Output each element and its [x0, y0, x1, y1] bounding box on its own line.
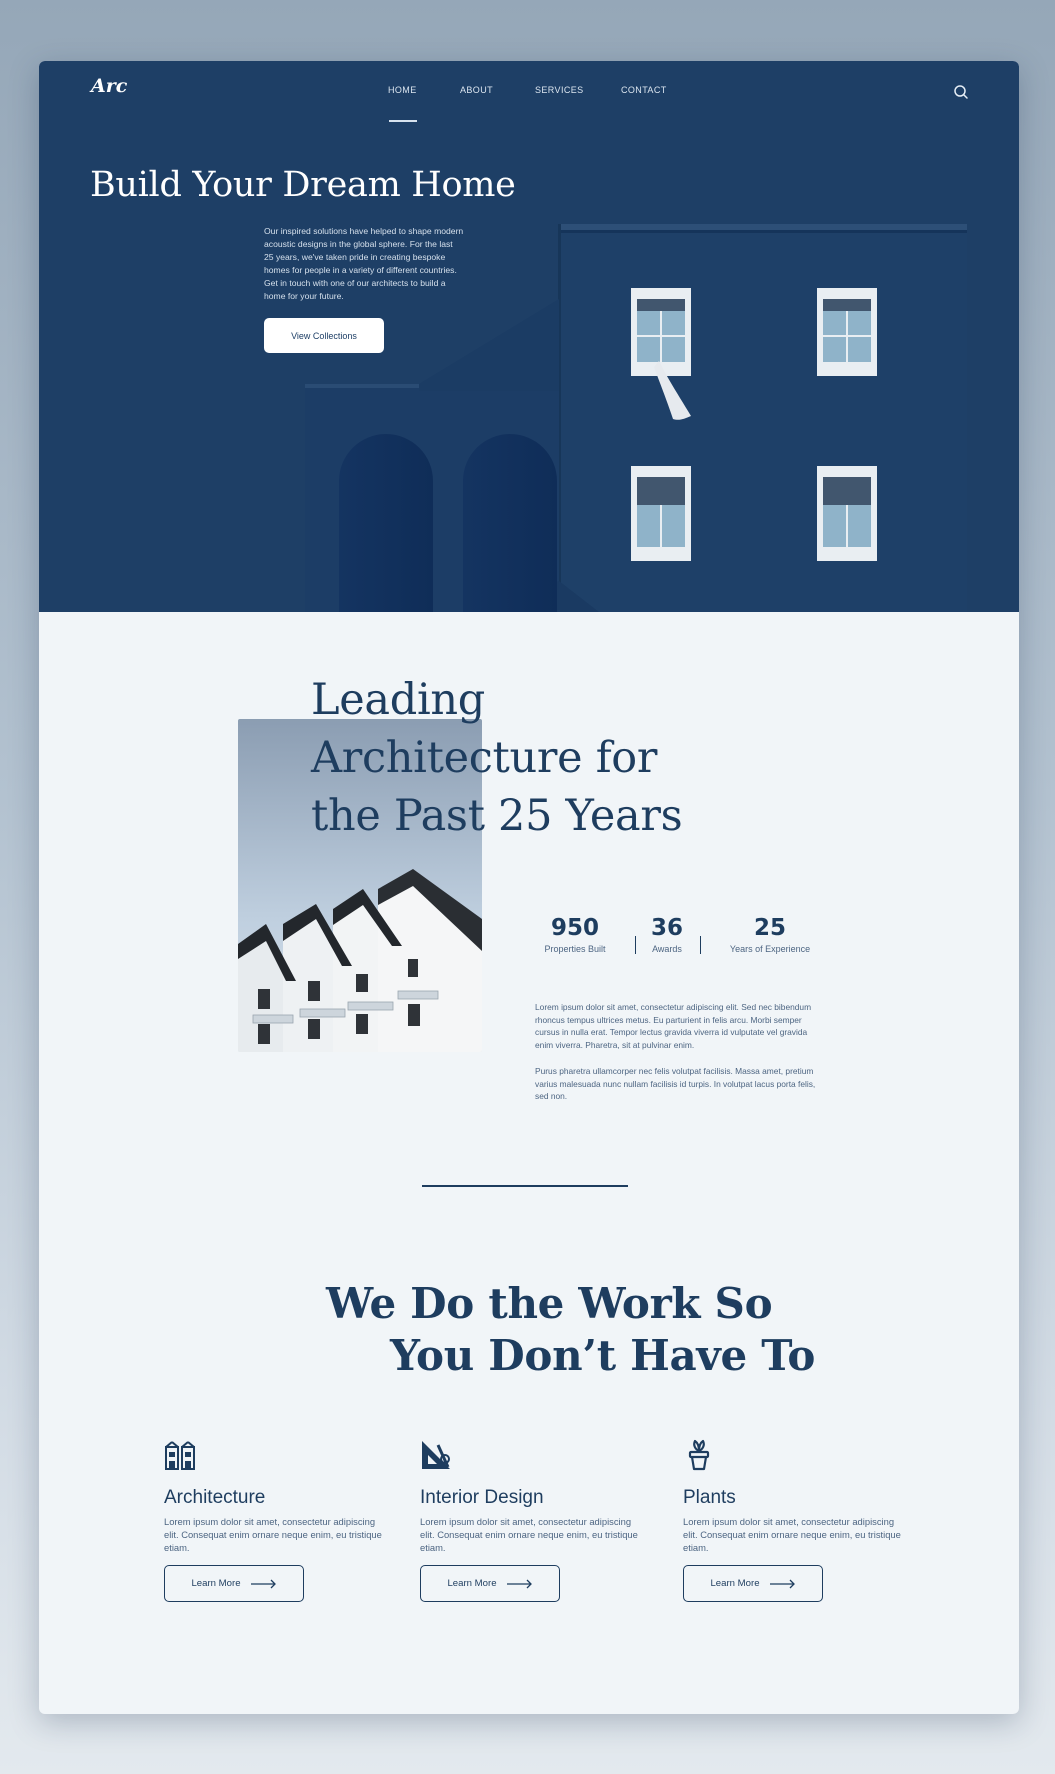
plant-pot-icon	[688, 1439, 710, 1471]
service-description: Lorem ipsum dolor sit amet, consectetur …	[164, 1516, 382, 1553]
arrow-right-icon	[769, 1579, 795, 1588]
service-title: Plants	[683, 1487, 736, 1508]
nav-active-indicator	[389, 120, 417, 122]
stat-properties: 950 Properties Built	[529, 914, 621, 954]
stat-years-label: Years of Experience	[729, 944, 811, 954]
building-icon	[165, 1441, 195, 1470]
landing-page: Arc HOME ABOUT SERVICES CONTACT Build Yo…	[39, 61, 1019, 1714]
stat-properties-value: 950	[550, 915, 599, 941]
services-title-line-1: We Do the Work So	[326, 1279, 773, 1328]
about-title-line-3: the Past 25 Years	[311, 791, 683, 841]
hero-description: Our inspired solutions have helped to sh…	[264, 226, 464, 301]
nav-about[interactable]: ABOUT	[460, 85, 493, 95]
learn-more-label: Learn More	[191, 1578, 241, 1589]
nav-contact[interactable]: CONTACT	[621, 85, 667, 95]
about-paragraph-1: Lorem ipsum dolor sit amet, consectetur …	[535, 1002, 812, 1050]
about-title-line-2: Architecture for	[311, 733, 658, 783]
stat-years-value: 25	[753, 915, 786, 941]
learn-more-button[interactable]: Learn More	[420, 1565, 560, 1602]
hero-section: Arc HOME ABOUT SERVICES CONTACT Build Yo…	[39, 61, 1019, 612]
stat-awards-label: Awards	[652, 944, 682, 954]
service-description: Lorem ipsum dolor sit amet, consectetur …	[683, 1516, 901, 1553]
stat-divider	[635, 936, 636, 954]
arrow-right-icon	[250, 1579, 276, 1588]
service-title: Interior Design	[420, 1487, 544, 1508]
ruler-triangle-icon	[422, 1441, 450, 1469]
hero-building-illustration	[305, 224, 967, 612]
nav-home[interactable]: HOME	[388, 85, 417, 95]
stat-properties-label: Properties Built	[544, 944, 606, 954]
nav-services[interactable]: SERVICES	[535, 85, 584, 95]
hero-title: Build Your Dream Home	[90, 165, 516, 205]
about-paragraph-2: Purus pharetra ullamcorper nec felis vol…	[535, 1066, 816, 1102]
services-title-line-2: You Don’t Have To	[390, 1331, 816, 1380]
stat-years: 25 Years of Experience	[715, 914, 825, 954]
learn-more-button[interactable]: Learn More	[164, 1565, 304, 1602]
learn-more-label: Learn More	[447, 1578, 497, 1589]
about-title-line-1: Leading	[311, 675, 486, 725]
search-icon[interactable]	[953, 84, 969, 100]
arrow-right-icon	[506, 1579, 532, 1588]
main-nav: HOME ABOUT SERVICES CONTACT	[39, 85, 1019, 105]
about-title: Leading Architecture for the Past 25 Yea…	[311, 671, 741, 845]
stat-divider	[700, 936, 701, 954]
view-collections-button[interactable]: View Collections	[264, 318, 384, 353]
stat-awards-value: 36	[650, 915, 683, 941]
learn-more-button[interactable]: Learn More	[683, 1565, 823, 1602]
service-description: Lorem ipsum dolor sit amet, consectetur …	[420, 1516, 638, 1553]
learn-more-label: Learn More	[710, 1578, 760, 1589]
service-title: Architecture	[164, 1487, 266, 1508]
section-divider	[422, 1185, 628, 1187]
stats-row: 950 Properties Built 36 Awards 25 Years …	[529, 914, 829, 974]
stat-awards: 36 Awards	[643, 914, 691, 954]
